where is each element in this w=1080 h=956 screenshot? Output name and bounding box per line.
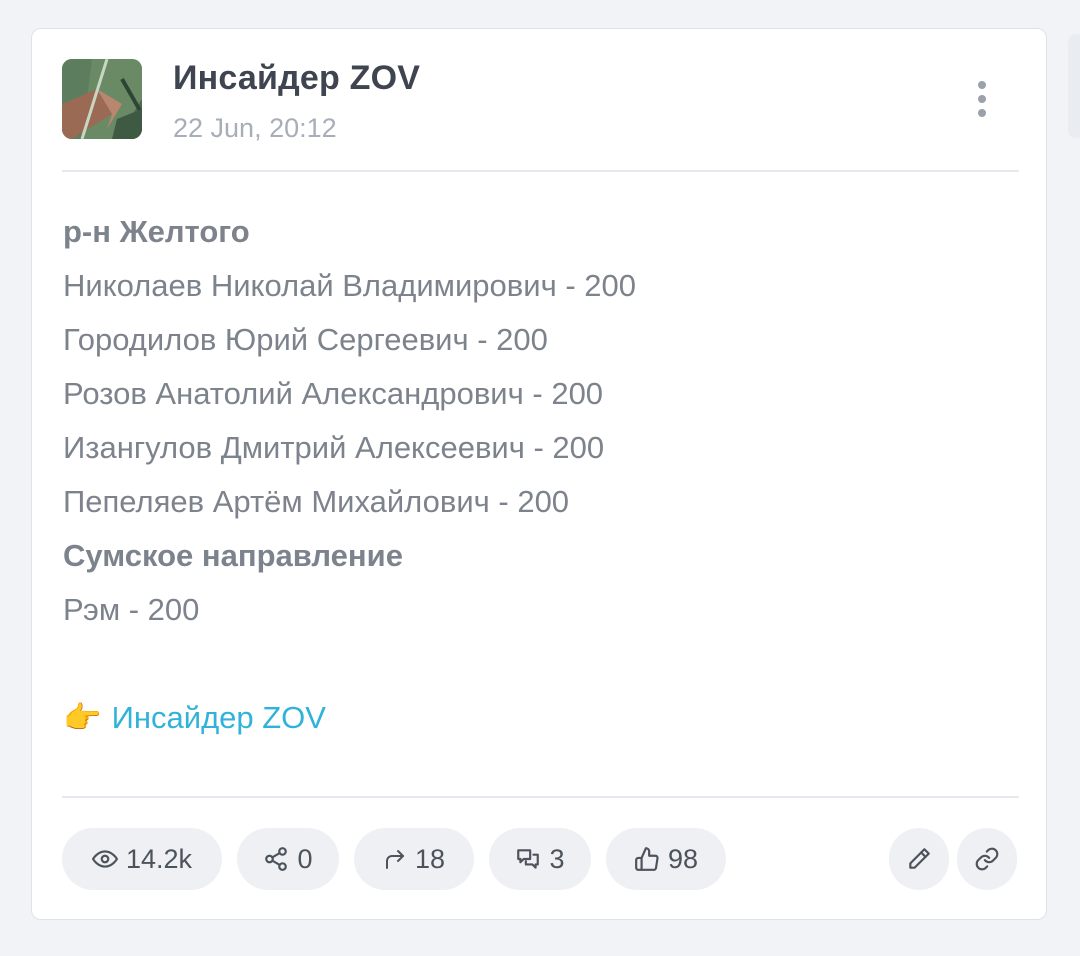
pencil-icon	[909, 848, 930, 869]
comments-counter[interactable]: 3	[489, 828, 591, 890]
eye-icon	[91, 850, 118, 868]
thumbs-up-icon	[635, 847, 659, 871]
forwards-counter[interactable]: 18	[354, 828, 474, 890]
channel-name[interactable]: Инсайдер ZOV	[173, 59, 420, 98]
reactions-counter[interactable]: 98	[606, 828, 726, 890]
post-line: Розов Анатолий Александрович - 200	[63, 376, 604, 411]
post-line: Городилов Юрий Сергеевич - 200	[63, 322, 548, 357]
forwards-count: 18	[414, 843, 446, 874]
post-timestamp: 22 Jun, 20:12	[173, 113, 337, 143]
reactions-count: 98	[667, 843, 699, 874]
header-divider	[62, 170, 1019, 172]
post-line: Пепеляев Артём Михайлович - 200	[63, 484, 570, 519]
post-line: Николаев Николай Владимирович - 200	[63, 268, 636, 303]
shares-counter[interactable]: 0	[237, 828, 339, 890]
views-count: 14.2k	[125, 843, 193, 874]
channel-link[interactable]: Инсайдер ZOV	[112, 691, 326, 745]
share-nodes-icon	[265, 847, 288, 871]
shares-count: 0	[297, 843, 313, 874]
section-heading: Сумское направление	[63, 538, 403, 573]
channel-link-line: 👉 Инсайдер ZOV	[63, 691, 1003, 745]
comments-count: 3	[549, 843, 565, 874]
link-icon	[975, 847, 999, 871]
post-line: Рэм - 200	[63, 592, 200, 627]
section-heading: р-н Желтого	[63, 214, 250, 249]
comments-icon	[517, 849, 540, 869]
adjacent-card-edge	[1068, 34, 1080, 138]
pointing-hand-emoji: 👉	[63, 700, 102, 735]
post-line: Изангулов Дмитрий Алексеевич - 200	[63, 430, 605, 465]
more-vertical-icon	[978, 81, 986, 89]
forward-arrow-icon	[385, 850, 404, 869]
more-options-button[interactable]	[962, 73, 1002, 125]
post-card: Инсайдер ZOV 22 Jun, 20:12 р-н Желтого Н…	[31, 28, 1047, 920]
footer-divider	[62, 796, 1019, 798]
channel-avatar[interactable]	[62, 59, 142, 139]
views-counter[interactable]: 14.2k	[62, 828, 222, 890]
post-body: р-н Желтого Николаев Николай Владимирови…	[63, 205, 1003, 745]
copy-link-button[interactable]	[957, 828, 1017, 890]
edit-button[interactable]	[889, 828, 949, 890]
